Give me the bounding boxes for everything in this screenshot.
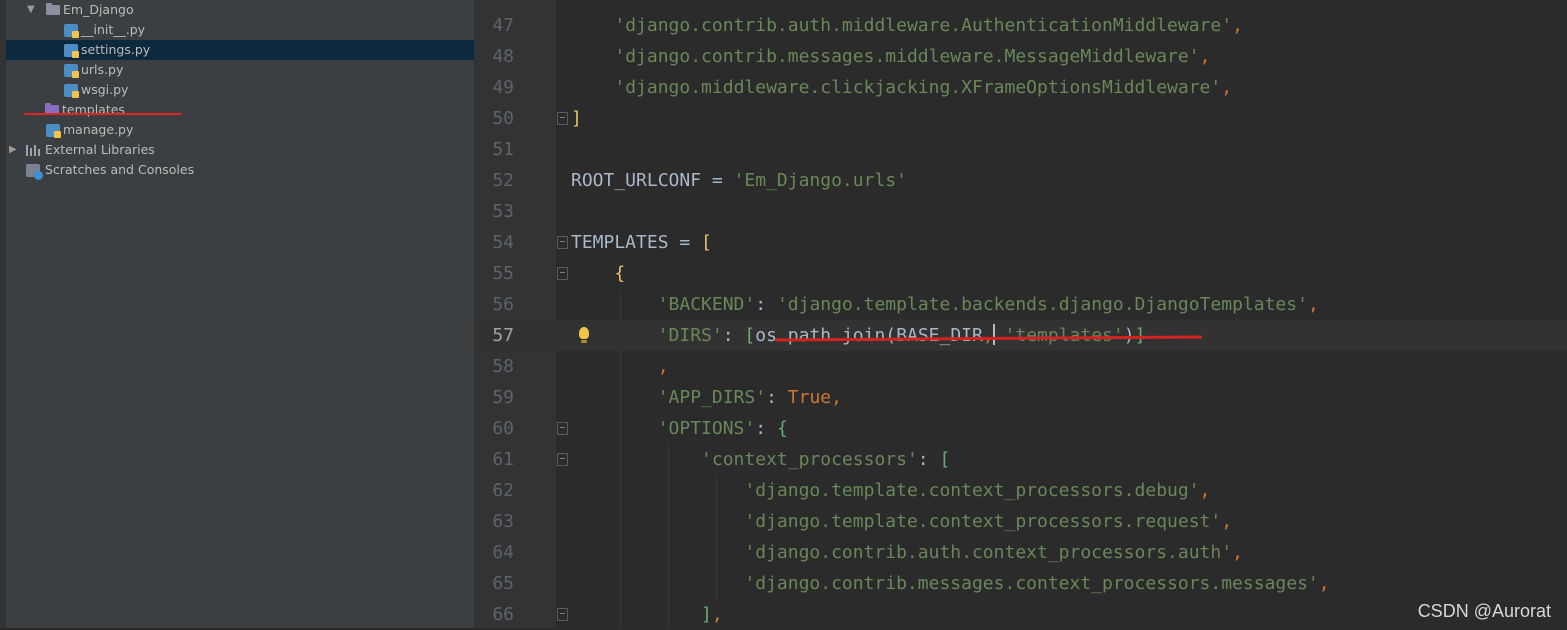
watermark: CSDN @Aurorat	[1417, 601, 1551, 621]
code-line: 48 'django.contrib.messages.middleware.M…	[474, 41, 1567, 72]
code-text: ],	[701, 604, 723, 625]
line-number: 51	[492, 139, 514, 160]
line-number: 48	[492, 46, 514, 67]
line-number: 47	[492, 15, 514, 36]
code-line: 60 'OPTIONS': {	[474, 413, 1567, 444]
tree-item-init-py[interactable]: __init__.py	[6, 20, 474, 40]
code-text: TEMPLATES = [	[571, 232, 712, 253]
code-text: 'django.template.context_processors.requ…	[744, 511, 1233, 532]
line-number: 56	[492, 294, 514, 315]
code-line: 61 'context_processors': [	[474, 444, 1567, 475]
code-line-current: 57 'DIRS': [os.path.join(BASE_DIR, 'temp…	[474, 320, 1567, 351]
tree-item-label: urls.py	[81, 62, 124, 77]
python-file-icon	[64, 84, 79, 98]
tree-item-settings-py[interactable]: settings.py	[6, 40, 474, 60]
code-line: 64 'django.contrib.auth.context_processo…	[474, 537, 1567, 568]
fold-icon[interactable]	[557, 267, 568, 280]
python-file-icon	[46, 124, 61, 138]
tree-item-label: settings.py	[81, 42, 151, 57]
line-number: 59	[492, 387, 514, 408]
code-text: 'django.contrib.messages.context_process…	[744, 573, 1330, 594]
code-text: 'OPTIONS': {	[657, 418, 788, 439]
line-number: 60	[492, 418, 514, 439]
line-number: 53	[492, 201, 514, 222]
tree-item-em-django[interactable]: ▼ Em_Django	[6, 0, 474, 20]
fold-icon[interactable]	[557, 608, 568, 621]
code-text: 'context_processors': [	[701, 449, 951, 470]
tree-item-label: Scratches and Consoles	[45, 162, 195, 177]
tree-item-label: External Libraries	[45, 142, 155, 157]
chevron-down-icon[interactable]: ▼	[27, 0, 35, 20]
line-number: 50	[492, 108, 514, 129]
line-number: 64	[492, 542, 514, 563]
line-number: 49	[492, 77, 514, 98]
fold-icon[interactable]	[557, 453, 568, 466]
project-tree: ▼ Em_Django __init__.py settings.py urls…	[6, 0, 474, 628]
code-line: 47 'django.contrib.auth.middleware.Authe…	[474, 10, 1567, 41]
code-text: {	[614, 263, 626, 284]
code-text: ,	[657, 356, 669, 377]
tree-item-label: __init__.py	[81, 22, 146, 37]
python-file-icon	[64, 44, 79, 58]
line-number: 52	[492, 170, 514, 191]
code-text: 'django.contrib.auth.middleware.Authenti…	[614, 15, 1243, 36]
code-line: 54 TEMPLATES = [	[474, 227, 1567, 258]
code-line: 66 ],	[474, 599, 1567, 630]
tree-item-label: manage.py	[63, 122, 134, 137]
code-line: 52 ROOT_URLCONF = 'Em_Django.urls'	[474, 165, 1567, 196]
line-number: 66	[492, 604, 514, 625]
tree-item-label: wsgi.py	[81, 82, 129, 97]
code-line: 55 {	[474, 258, 1567, 289]
code-line: 63 'django.template.context_processors.r…	[474, 506, 1567, 537]
code-text: 'APP_DIRS': True,	[657, 387, 842, 408]
line-number: 55	[492, 263, 514, 284]
fold-icon[interactable]	[557, 422, 568, 435]
tree-item-scratches[interactable]: Scratches and Consoles	[6, 160, 474, 180]
line-number: 63	[492, 511, 514, 532]
code-line: 53	[474, 196, 1567, 227]
text-caret	[992, 324, 995, 345]
code-line: 50 ]	[474, 103, 1567, 134]
tree-item-urls-py[interactable]: urls.py	[6, 60, 474, 80]
tree-item-external-libraries[interactable]: ▶ External Libraries	[6, 140, 474, 160]
folder-icon	[46, 3, 60, 15]
code-line: 49 'django.middleware.clickjacking.XFram…	[474, 72, 1567, 103]
line-number: 62	[492, 480, 514, 501]
code-line: 59 'APP_DIRS': True,	[474, 382, 1567, 413]
tree-item-label: Em_Django	[63, 2, 134, 17]
tree-item-templates[interactable]: templates	[6, 100, 474, 120]
line-number: 58	[492, 356, 514, 377]
line-number: 57	[492, 325, 514, 346]
code-line: 51	[474, 134, 1567, 165]
code-text: 'django.contrib.messages.middleware.Mess…	[614, 46, 1211, 67]
fold-icon[interactable]	[557, 112, 568, 125]
code-text: 'BACKEND': 'django.template.backends.dja…	[657, 294, 1319, 315]
code-editor[interactable]: 47 'django.contrib.auth.middleware.Authe…	[474, 0, 1567, 628]
chevron-right-icon[interactable]: ▶	[9, 140, 17, 160]
code-line: 56 'BACKEND': 'django.template.backends.…	[474, 289, 1567, 320]
line-number: 65	[492, 573, 514, 594]
tree-item-manage-py[interactable]: manage.py	[6, 120, 474, 140]
red-annotation-underline	[24, 113, 182, 115]
scratches-icon	[26, 164, 43, 180]
python-file-icon	[64, 64, 79, 78]
fold-icon[interactable]	[557, 236, 568, 249]
code-text: 'django.contrib.auth.context_processors.…	[744, 542, 1243, 563]
python-file-icon	[64, 24, 79, 38]
tree-item-wsgi-py[interactable]: wsgi.py	[6, 80, 474, 100]
line-number: 54	[492, 232, 514, 253]
tree-item-label: templates	[62, 102, 125, 117]
code-text: 'django.template.context_processors.debu…	[744, 480, 1211, 501]
code-line: 62 'django.template.context_processors.d…	[474, 475, 1567, 506]
code-line: 58 ,	[474, 351, 1567, 382]
code-text: ROOT_URLCONF = 'Em_Django.urls'	[571, 170, 907, 191]
libraries-icon	[26, 145, 40, 156]
code-line: 65 'django.contrib.messages.context_proc…	[474, 568, 1567, 599]
line-number: 61	[492, 449, 514, 470]
code-text: ]	[571, 108, 582, 129]
code-text: 'django.middleware.clickjacking.XFrameOp…	[614, 77, 1233, 98]
